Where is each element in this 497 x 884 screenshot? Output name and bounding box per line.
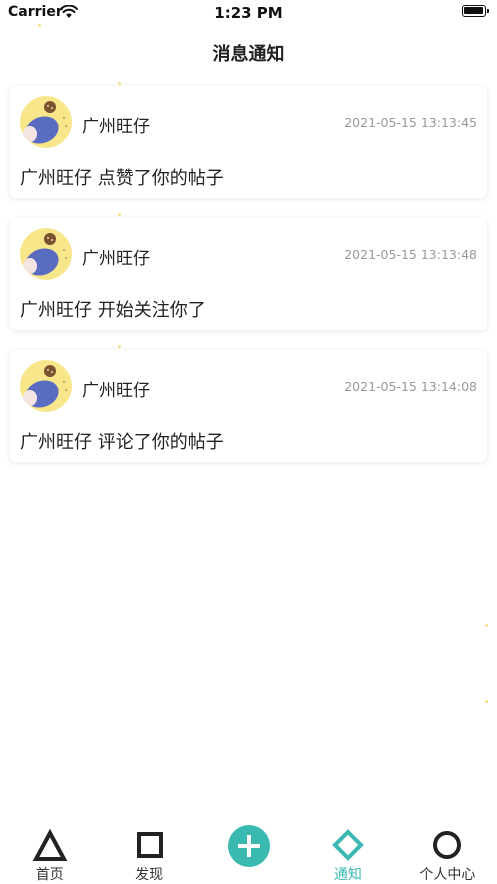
diamond-icon	[330, 828, 366, 864]
tab-profile[interactable]: 个人中心	[398, 818, 497, 883]
status-time: 1:23 PM	[214, 4, 283, 22]
tab-notifications[interactable]: 通知	[298, 818, 397, 883]
notification-card[interactable]: 广州旺仔 2021-05-15 13:14:08 广州旺仔 评论了你的帖子	[10, 350, 487, 462]
notification-list: 广州旺仔 2021-05-15 13:13:45 广州旺仔 点赞了你的帖子 广州…	[10, 86, 487, 482]
tab-discover[interactable]: 发现	[99, 818, 198, 883]
tab-home[interactable]: 首页	[0, 818, 99, 883]
tab-label: 发现	[135, 867, 164, 883]
battery-icon	[462, 5, 489, 17]
notification-user: 广州旺仔	[82, 249, 150, 269]
avatar[interactable]	[20, 96, 72, 148]
square-icon	[131, 828, 167, 864]
notification-time: 2021-05-15 13:13:48	[344, 247, 477, 262]
notification-message: 广州旺仔 开始关注你了	[20, 300, 206, 321]
tab-post[interactable]	[199, 818, 298, 883]
avatar[interactable]	[20, 360, 72, 412]
triangle-icon	[32, 828, 68, 864]
avatar[interactable]	[20, 228, 72, 280]
notification-user: 广州旺仔	[82, 117, 150, 137]
notification-message: 广州旺仔 评论了你的帖子	[20, 432, 224, 453]
plus-circle-icon	[227, 824, 271, 868]
tab-label: 通知	[333, 867, 362, 883]
tab-bar: 首页 发现 通知 个人中心	[0, 818, 497, 883]
circle-icon	[429, 828, 465, 864]
notification-card[interactable]: 广州旺仔 2021-05-15 13:13:45 广州旺仔 点赞了你的帖子	[10, 86, 487, 198]
page-title: 消息通知	[212, 44, 285, 65]
tab-label: 首页	[35, 867, 64, 883]
status-bar: Carrier 1:23 PM	[0, 0, 497, 26]
tab-label: 个人中心	[419, 867, 476, 883]
notification-time: 2021-05-15 13:13:45	[344, 115, 477, 130]
notification-message: 广州旺仔 点赞了你的帖子	[20, 168, 224, 189]
notification-time: 2021-05-15 13:14:08	[344, 379, 477, 394]
notification-user: 广州旺仔	[82, 381, 150, 401]
notification-card[interactable]: 广州旺仔 2021-05-15 13:13:48 广州旺仔 开始关注你了	[10, 218, 487, 330]
